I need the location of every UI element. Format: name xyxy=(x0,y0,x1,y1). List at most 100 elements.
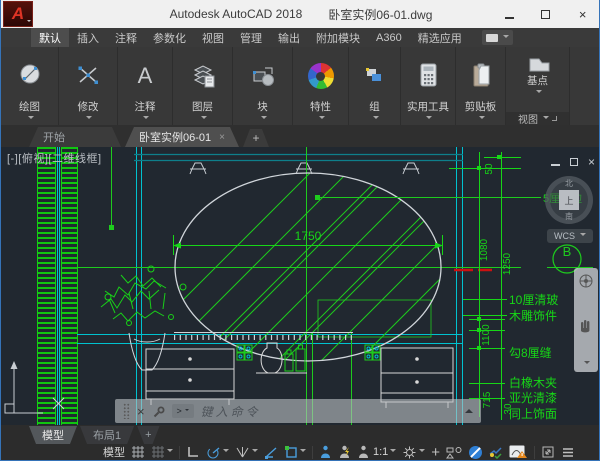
model-space-button[interactable]: 模型 xyxy=(103,444,125,460)
layout-tab-layout1[interactable]: 布局1 xyxy=(80,426,134,444)
panel-expand-arrow[interactable] xyxy=(141,113,149,125)
ribbon-panel-modify[interactable]: 修改 xyxy=(59,47,118,125)
panel-expand-arrow[interactable] xyxy=(424,113,432,125)
text-a-icon: A xyxy=(138,47,153,101)
nav-wheel-icon[interactable] xyxy=(578,273,594,289)
new-tab-button[interactable]: + xyxy=(243,129,269,147)
command-line-bar[interactable]: × > 键入命令 xyxy=(115,399,481,423)
close-button[interactable]: × xyxy=(570,7,596,22)
panel-expand-arrow[interactable] xyxy=(199,113,207,125)
object-snap-icon[interactable] xyxy=(284,445,306,459)
drawing-canvas[interactable]: 1750 xyxy=(1,147,600,425)
panel-expand-arrow[interactable] xyxy=(26,113,34,125)
ribbon-panel-clipboard[interactable]: 剪贴板 xyxy=(456,47,506,125)
osnap-tracking-icon[interactable] xyxy=(264,445,278,459)
command-input[interactable]: 键入命令 xyxy=(201,403,261,420)
navigation-bar[interactable] xyxy=(574,268,598,372)
panel-label: 块 xyxy=(257,101,268,113)
note-leader[interactable] xyxy=(315,195,541,200)
annotation-monitor-icon[interactable]: + xyxy=(431,444,440,461)
panel-expand-arrow[interactable] xyxy=(477,113,485,125)
minimize-button[interactable] xyxy=(496,7,522,22)
annotation-scale-icon[interactable]: 1:1 xyxy=(357,445,396,459)
customization-menu-icon[interactable] xyxy=(561,446,575,459)
command-prompt-icon[interactable]: > xyxy=(172,404,194,418)
handle-block[interactable] xyxy=(365,345,380,360)
ribbon-panel-utilities[interactable]: 实用工具 xyxy=(401,47,456,125)
workspace-gear-icon[interactable] xyxy=(402,445,425,460)
panel-label: 注释 xyxy=(135,101,156,113)
plant[interactable] xyxy=(101,266,186,370)
ribbon-tab-parametric[interactable]: 参数化 xyxy=(145,28,194,47)
layout-tab-model[interactable]: 模型 xyxy=(29,426,77,444)
ribbon-tab-output[interactable]: 输出 xyxy=(270,28,308,47)
annotation-visibility-icon[interactable] xyxy=(319,445,332,459)
graphics-performance-icon[interactable] xyxy=(509,445,528,459)
command-customize-wrench-icon[interactable] xyxy=(152,405,165,418)
handle-block[interactable] xyxy=(237,345,252,360)
ribbon-tab-insert[interactable]: 插入 xyxy=(69,28,107,47)
panel-expand-arrow[interactable] xyxy=(371,113,379,125)
ortho-mode-icon[interactable] xyxy=(186,445,200,459)
panel-expand-arrow[interactable] xyxy=(534,87,542,99)
ribbon-tab-addins[interactable]: 附加模块 xyxy=(308,28,368,47)
panel-expand-arrow[interactable] xyxy=(259,113,267,125)
doc-minimize-button[interactable] xyxy=(551,153,560,171)
ribbon-panel-properties[interactable]: 特性 xyxy=(293,47,349,125)
app-title: Autodesk AutoCAD 2018 xyxy=(170,7,303,21)
new-layout-button[interactable]: + xyxy=(137,426,159,444)
color-wheel-icon xyxy=(308,47,334,101)
fullscreen-icon[interactable] xyxy=(541,445,555,459)
panel-expand-arrow[interactable] xyxy=(84,113,92,125)
file-tab-start[interactable]: 开始 xyxy=(29,127,121,147)
ribbon-panel-layers[interactable]: 图层 xyxy=(173,47,233,125)
app-logo-button[interactable]: A xyxy=(3,1,33,27)
viewcube[interactable]: 北 上 南 xyxy=(545,176,593,224)
navbar-more-icon[interactable] xyxy=(584,361,590,367)
view-group-label: 视图 xyxy=(518,111,538,126)
ribbon-tab-manage[interactable]: 管理 xyxy=(232,28,270,47)
ribbon-tab-home[interactable]: 默认 xyxy=(31,28,69,47)
snap-mode-icon[interactable] xyxy=(151,445,173,459)
view-group-bar[interactable]: 视图 xyxy=(506,112,569,125)
ceiling-lines[interactable] xyxy=(134,155,463,161)
ribbon-panel-block[interactable]: 块 xyxy=(233,47,293,125)
ribbon-tab-view[interactable]: 视图 xyxy=(194,28,232,47)
autocad-logo: A xyxy=(12,4,24,24)
polar-tracking-icon[interactable] xyxy=(206,445,229,460)
file-tab-document[interactable]: 卧室实例06-01 × xyxy=(125,127,239,147)
ribbon-tab-a360[interactable]: A360 xyxy=(368,28,410,47)
doc-close-button[interactable]: × xyxy=(588,155,595,169)
ribbon-panel-draw[interactable]: 绘图 xyxy=(1,47,59,125)
command-grip-handle[interactable] xyxy=(123,403,130,419)
drawing-svg[interactable]: 1750 xyxy=(1,147,600,425)
wcs-dropdown[interactable]: WCS xyxy=(547,229,593,243)
quick-properties-icon[interactable] xyxy=(446,445,463,459)
glass-lines[interactable] xyxy=(58,147,464,425)
viewcube-top-face[interactable]: 上 xyxy=(559,190,579,210)
ucs-icon[interactable] xyxy=(5,361,43,413)
ribbon-tab-annotate[interactable]: 注释 xyxy=(107,28,145,47)
ribbon-tab-featured-apps[interactable]: 精选应用 xyxy=(410,28,470,47)
close-tab-icon[interactable]: × xyxy=(219,132,225,143)
ribbon-display-dropdown[interactable] xyxy=(482,30,513,45)
maximize-button[interactable] xyxy=(533,7,559,22)
annotation-notes[interactable]: 5厘平边 10厘清玻 木雕饰件 勾8厘缝 白橡木夹 亚光清漆 同上饰面 xyxy=(463,192,582,421)
decor-items[interactable] xyxy=(256,343,307,373)
doc-restore-button[interactable] xyxy=(570,153,578,171)
grid-display-icon[interactable] xyxy=(131,445,145,459)
ribbon-panel-groups[interactable]: 组 xyxy=(349,47,401,125)
ceiling-lamps[interactable] xyxy=(190,163,419,174)
command-close-icon[interactable]: × xyxy=(137,404,145,419)
viewport-controls-label[interactable]: [-][俯视][二维线框] xyxy=(7,150,102,166)
annotation-autoscale-icon[interactable] xyxy=(338,445,351,459)
panel-expand-arrow[interactable] xyxy=(317,113,325,125)
isolate-objects-icon[interactable] xyxy=(469,446,482,459)
pan-hand-icon[interactable] xyxy=(578,316,594,334)
mirror-ellipse[interactable] xyxy=(91,152,567,392)
isometric-drafting-icon[interactable] xyxy=(235,445,258,459)
ribbon-panel-annotate[interactable]: A 注释 xyxy=(118,47,173,125)
command-history-arrow-icon[interactable] xyxy=(465,405,473,413)
hardware-acceleration-icon[interactable] xyxy=(488,445,503,459)
ribbon-panel-view[interactable]: 基点 视图 xyxy=(506,47,570,125)
